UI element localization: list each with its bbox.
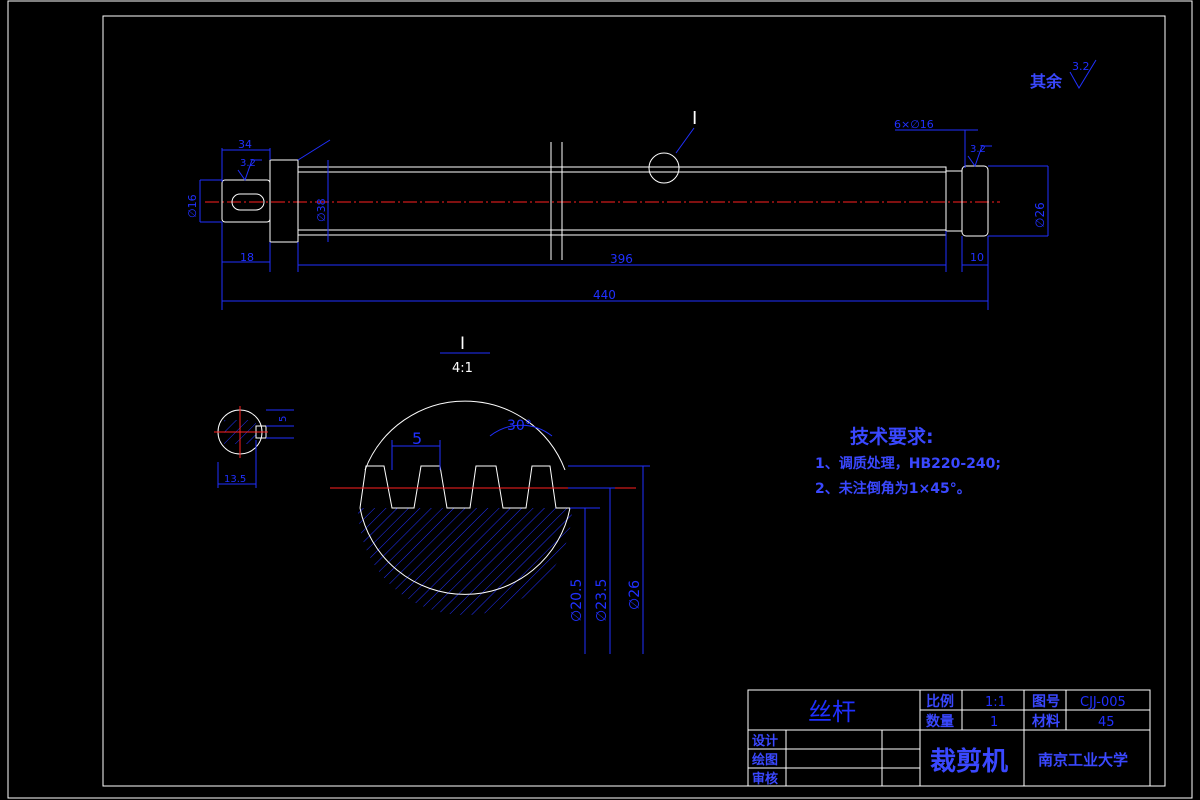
dim-440: 440 — [593, 288, 616, 302]
dim-6x16: 6×∅16 — [894, 118, 934, 131]
material-value: 45 — [1098, 715, 1115, 730]
key-dim: 13.5 — [224, 474, 246, 485]
dim-d26: ∅26 — [1033, 202, 1047, 228]
requirements-item-2: 2、未注倒角为1×45°。 — [815, 480, 971, 497]
quantity-label: 数量 — [926, 713, 954, 730]
rest-roughness-value: 3.2 — [1072, 60, 1090, 73]
detail-callout: I — [692, 108, 697, 129]
roughness-a: 3.2 — [240, 158, 256, 169]
roughness-b: 3.2 — [970, 144, 986, 155]
inner-border — [102, 15, 1166, 787]
drafter-label: 绘图 — [752, 752, 778, 768]
requirements-title: 技术要求: — [850, 425, 934, 448]
dim-d26b: ∅26 — [627, 580, 643, 610]
quantity-value: 1 — [990, 715, 998, 730]
drawing-no-value: CJJ-005 — [1080, 695, 1126, 710]
angle-dim: 30° — [507, 418, 532, 434]
dim-18: 18 — [240, 251, 254, 264]
material-label: 材料 — [1032, 713, 1060, 730]
dim-34: 34 — [238, 138, 252, 151]
drawing-canvas: 其余 3.2 3.2 3.2 I 34 6×∅16 18 396 10 440 … — [7, 0, 1193, 799]
rest-roughness-label: 其余 — [1030, 72, 1063, 91]
dim-396: 396 — [610, 252, 633, 266]
checker-label: 审核 — [752, 771, 778, 787]
designer-label: 设计 — [752, 733, 778, 749]
dim-d16: ∅16 — [186, 194, 199, 218]
assembly-name: 裁剪机 — [930, 746, 1008, 777]
key-depth: 5 — [278, 416, 289, 422]
dim-d23-5: ∅23.5 — [594, 579, 610, 622]
detail-label: I — [460, 334, 465, 354]
detail-scale: 4:1 — [452, 361, 473, 376]
scale-value: 1:1 — [985, 695, 1006, 710]
requirements-item-1: 1、调质处理，HB220-240; — [815, 455, 1001, 472]
drawing-no-label: 图号 — [1032, 694, 1060, 710]
dim-10: 10 — [970, 251, 984, 264]
part-name: 丝杆 — [808, 698, 856, 726]
school-name: 南京工业大学 — [1038, 751, 1128, 769]
dim-d20-5: ∅20.5 — [569, 579, 585, 622]
scale-label: 比例 — [926, 693, 954, 710]
dim-d38: ∅38 — [315, 198, 328, 222]
pitch-dim: 5 — [412, 429, 422, 448]
outer-border — [7, 0, 1193, 799]
